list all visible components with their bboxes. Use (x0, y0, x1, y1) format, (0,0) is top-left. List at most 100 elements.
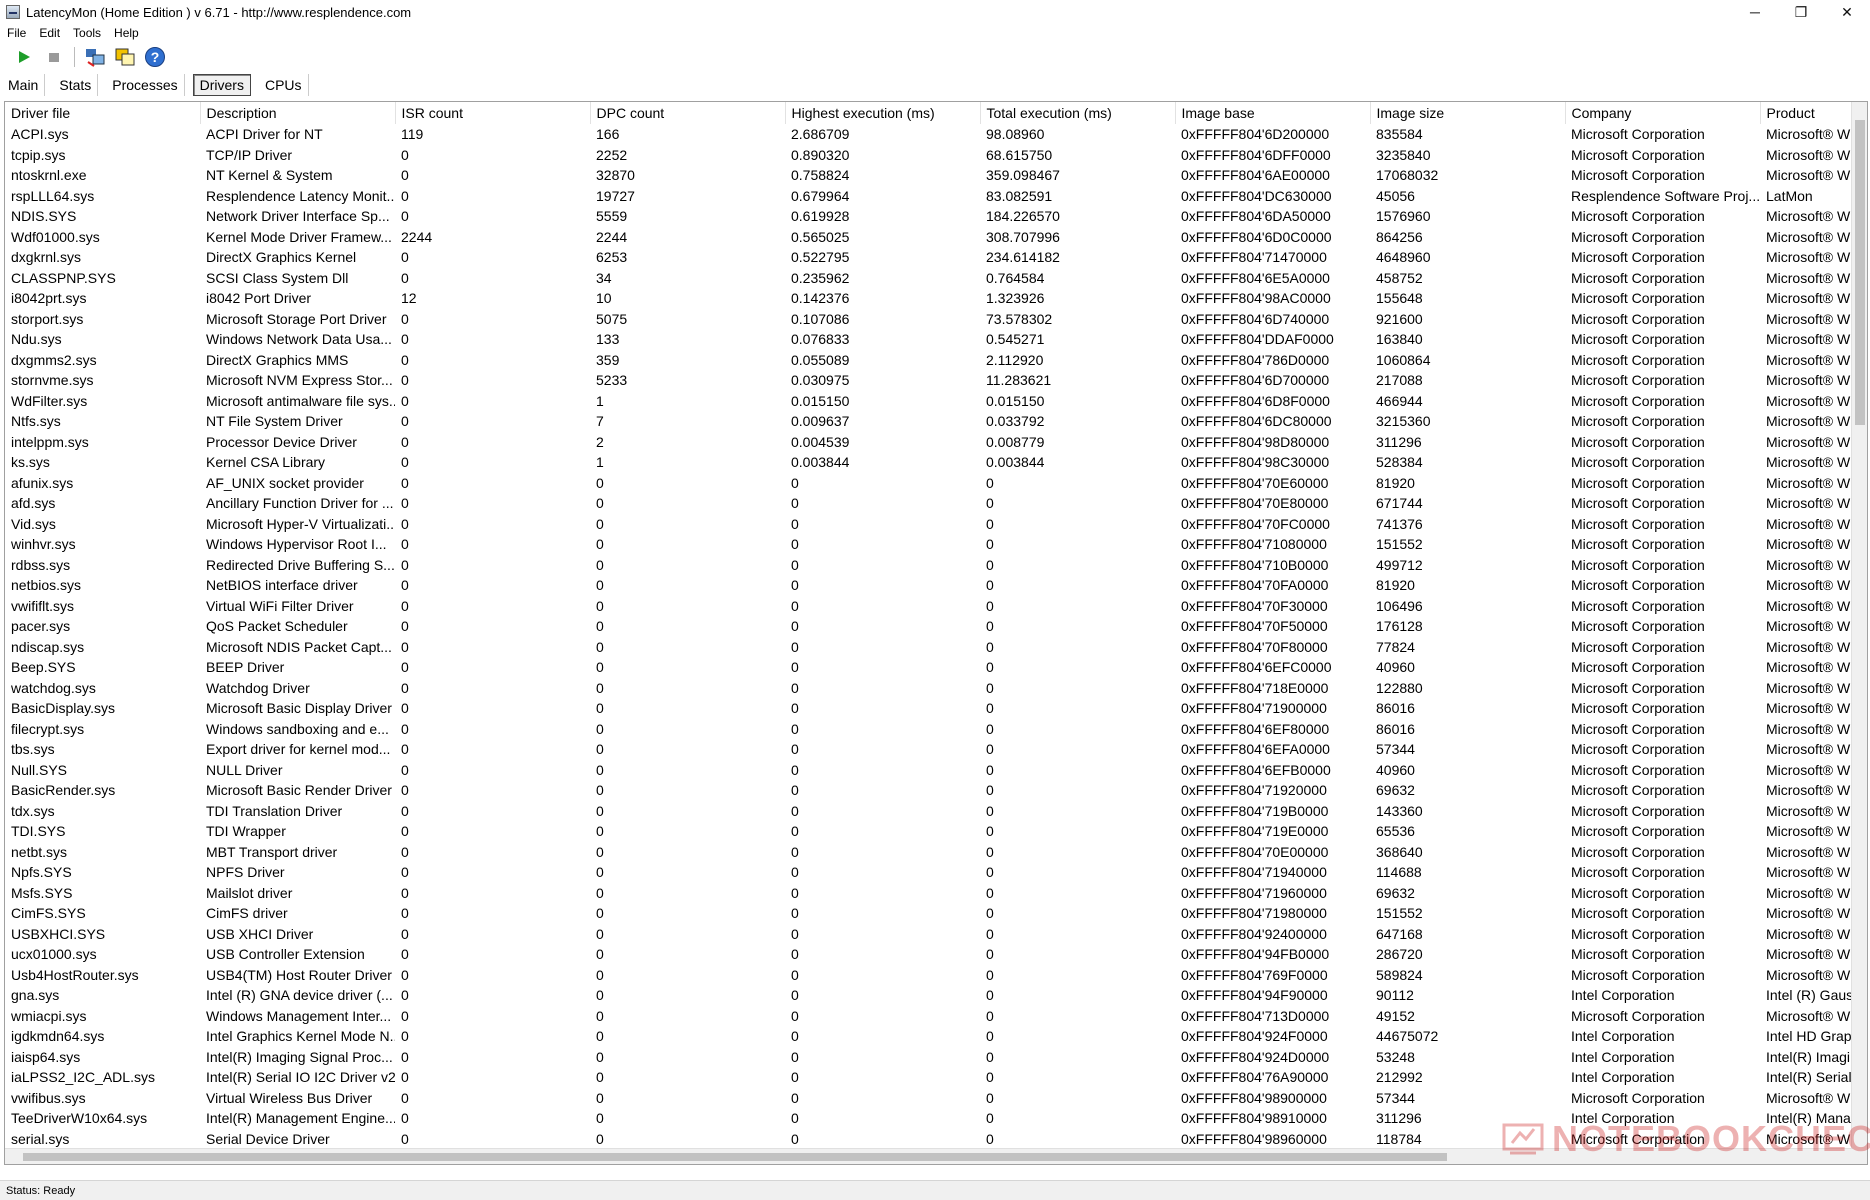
table-row[interactable]: Null.SYS NULL Driver 0 0 0 0 0xFFFFF804'6EFB00… (5, 760, 1867, 781)
column-header[interactable]: Image size (1370, 102, 1566, 124)
column-header[interactable]: Total execution (ms) (980, 102, 1176, 124)
copy-icon[interactable] (113, 45, 137, 69)
table-cell: 0 (401, 597, 409, 614)
table-row[interactable]: dxgmms2.sys DirectX Graphics MMS 0 359 0.055… (5, 350, 1867, 371)
table-cell: TCP/IP Driver (206, 146, 293, 163)
table-cell: 0 (401, 577, 409, 594)
table-row[interactable]: ndiscap.sys Microsoft NDIS Packet Capt...… (5, 637, 1867, 658)
table-row[interactable]: ucx01000.sys USB Controller Extension 0 0 0 0… (5, 944, 1867, 965)
table-cell: 0 (401, 536, 409, 553)
table-row[interactable]: wmiacpi.sys Windows Management Inter... 0 0… (5, 1006, 1867, 1027)
table-cell: Microsoft Hyper-V Virtualizati... (206, 515, 395, 532)
table-row[interactable]: rdbss.sys Redirected Drive Buffering S...… (5, 555, 1867, 576)
table-row[interactable]: filecrypt.sys Windows sandboxing and e...… (5, 719, 1867, 740)
table-cell: 0 (401, 823, 409, 840)
table-cell: Microsoft Corporation (1571, 556, 1705, 573)
table-row[interactable]: Ntfs.sys NT File System Driver 0 7 0.009637 0… (5, 411, 1867, 432)
table-row[interactable]: storport.sys Microsoft Storage Port Drive… (5, 309, 1867, 330)
table-row[interactable]: ntoskrnl.exe NT Kernel & System 0 32870 0.75… (5, 165, 1867, 186)
table-row[interactable]: Ndu.sys Windows Network Data Usa... 0 133 0.… (5, 329, 1867, 350)
column-header[interactable]: Driver file (5, 102, 201, 124)
column-header[interactable]: ISR count (395, 102, 591, 124)
table-row[interactable]: afd.sys Ancillary Function Driver for ...… (5, 493, 1867, 514)
table-row[interactable]: Msfs.SYS Mailslot driver 0 0 0 0 0xFFFFF804'71… (5, 883, 1867, 904)
table-cell: 155648 (1376, 290, 1423, 307)
table-row[interactable]: tcpip.sys TCP/IP Driver 0 2252 0.890320 68.61… (5, 145, 1867, 166)
table-row[interactable]: Vid.sys Microsoft Hyper-V Virtualizati...… (5, 514, 1867, 535)
menu-tools[interactable]: Tools (66, 26, 107, 40)
table-row[interactable]: gna.sys Intel (R) GNA device driver (... 0… (5, 985, 1867, 1006)
table-row[interactable]: iaisp64.sys Intel(R) Imaging Signal Proc.… (5, 1047, 1867, 1068)
close-button[interactable]: ✕ (1824, 0, 1870, 24)
table-row[interactable]: BasicDisplay.sys Microsoft Basic Display … (5, 698, 1867, 719)
table-row[interactable]: netbios.sys NetBIOS interface driver 0 0 0 0 0… (5, 575, 1867, 596)
table-cell: 0xFFFFF804'DDAF0000 (1181, 331, 1334, 348)
table-row[interactable]: BasicRender.sys Microsoft Basic Render Dr… (5, 780, 1867, 801)
table-row[interactable]: USBXHCI.SYS USB XHCI Driver 0 0 0 0 0xFFFFF804… (5, 924, 1867, 945)
table-cell: 0 (791, 679, 799, 696)
table-cell: 671744 (1376, 495, 1423, 512)
column-header[interactable]: DPC count (590, 102, 786, 124)
table-row[interactable]: winhvr.sys Windows Hypervisor Root I... 0 0… (5, 534, 1867, 555)
tab-cpus[interactable]: CPUs (259, 74, 309, 96)
table-row[interactable]: tdx.sys TDI Translation Driver 0 0 0 0 0xFFFFF… (5, 801, 1867, 822)
table-cell: Microsoft Corporation (1571, 802, 1705, 819)
vertical-scroll-thumb[interactable] (1855, 120, 1865, 425)
table-row[interactable]: dxgkrnl.sys DirectX Graphics Kernel 0 6253 0… (5, 247, 1867, 268)
table-row[interactable]: iaLPSS2_I2C_ADL.sys Intel(R) Serial IO I2… (5, 1067, 1867, 1088)
play-icon[interactable] (12, 45, 36, 69)
table-row[interactable]: stornvme.sys Microsoft NVM Express Stor..… (5, 370, 1867, 391)
minimize-button[interactable]: ─ (1732, 0, 1778, 24)
column-header[interactable]: Image base (1175, 102, 1371, 124)
table-row[interactable]: netbt.sys MBT Transport driver 0 0 0 0 0xFFFFF… (5, 842, 1867, 863)
table-cell: 12 (401, 290, 417, 307)
tab-drivers[interactable]: Drivers (192, 74, 251, 96)
table-row[interactable]: Npfs.SYS NPFS Driver 0 0 0 0 0xFFFFF804'719400… (5, 862, 1867, 883)
table-row[interactable]: WdFilter.sys Microsoft antimalware file s… (5, 391, 1867, 412)
table-row[interactable]: vwifibus.sys Virtual Wireless Bus Driver 0… (5, 1088, 1867, 1109)
table-cell: ACPI Driver for NT (206, 126, 323, 143)
table-row[interactable]: ks.sys Kernel CSA Library 0 1 0.003844 0.0038… (5, 452, 1867, 473)
menu-help[interactable]: Help (107, 26, 145, 40)
table-cell: 0 (401, 987, 409, 1004)
table-row[interactable]: CLASSPNP.SYS SCSI Class System Dll 0 34 0.23… (5, 268, 1867, 289)
table-row[interactable]: igdkmdn64.sys Intel Graphics Kernel Mode … (5, 1026, 1867, 1047)
table-cell: 0 (791, 843, 799, 860)
column-header[interactable]: Highest execution (ms) (785, 102, 981, 124)
table-cell: 0.076833 (791, 331, 850, 348)
table-row[interactable]: CimFS.SYS CimFS driver 0 0 0 0 0xFFFFF804'7198… (5, 903, 1867, 924)
menu-file[interactable]: File (0, 26, 32, 40)
column-header[interactable]: Description (200, 102, 396, 124)
horizontal-scroll-thumb[interactable] (23, 1153, 1447, 1161)
table-cell: NT File System Driver (206, 413, 343, 430)
table-cell: Intel(R) Management Engine... (206, 1110, 395, 1127)
maximize-button[interactable]: ❐ (1778, 0, 1824, 24)
table-row[interactable]: rspLLL64.sys Resplendence Latency Monit..… (5, 186, 1867, 207)
menu-edit[interactable]: Edit (32, 26, 66, 40)
table-row[interactable]: watchdog.sys Watchdog Driver 0 0 0 0 0xFFFFF80… (5, 678, 1867, 699)
sync-icon[interactable] (83, 45, 107, 69)
table-row[interactable]: vwififlt.sys Virtual WiFi Filter Driver 0 0… (5, 596, 1867, 617)
table-cell: 0xFFFFF804'6D0C0000 (1181, 228, 1332, 245)
table-row[interactable]: intelppm.sys Processor Device Driver 0 2 0.0… (5, 432, 1867, 453)
table-row[interactable]: ACPI.sys ACPI Driver for NT 119 166 2.686709… (5, 124, 1867, 145)
table-row[interactable]: Wdf01000.sys Kernel Mode Driver Framew...… (5, 227, 1867, 248)
table-cell: 308.707996 (986, 228, 1060, 245)
table-row[interactable]: Usb4HostRouter.sys USB4(TM) Host Router D… (5, 965, 1867, 986)
table-row[interactable]: pacer.sys QoS Packet Scheduler 0 0 0 0 0xFFFFF… (5, 616, 1867, 637)
table-row[interactable]: i8042prt.sys i8042 Port Driver 12 10 0.14237… (5, 288, 1867, 309)
tab-stats[interactable]: Stats (53, 74, 99, 96)
table-row[interactable]: tbs.sys Export driver for kernel mod... 0 0… (5, 739, 1867, 760)
vertical-scrollbar[interactable] (1851, 102, 1867, 1164)
column-header[interactable]: Company (1565, 102, 1761, 124)
table-cell: NT Kernel & System (206, 167, 333, 184)
table-row[interactable]: Beep.SYS BEEP Driver 0 0 0 0 0xFFFFF804'6EFC00… (5, 657, 1867, 678)
stop-icon[interactable] (42, 45, 66, 69)
table-row[interactable]: TDI.SYS TDI Wrapper 0 0 0 0 0xFFFFF804'719E000… (5, 821, 1867, 842)
tab-processes[interactable]: Processes (106, 74, 185, 96)
table-cell: vwififlt.sys (11, 597, 74, 614)
help-icon[interactable]: ? (143, 45, 167, 69)
tab-main[interactable]: Main (2, 74, 46, 96)
table-row[interactable]: afunix.sys AF_UNIX socket provider 0 0 0 0 0xF… (5, 473, 1867, 494)
table-row[interactable]: NDIS.SYS Network Driver Interface Sp... 0 5… (5, 206, 1867, 227)
